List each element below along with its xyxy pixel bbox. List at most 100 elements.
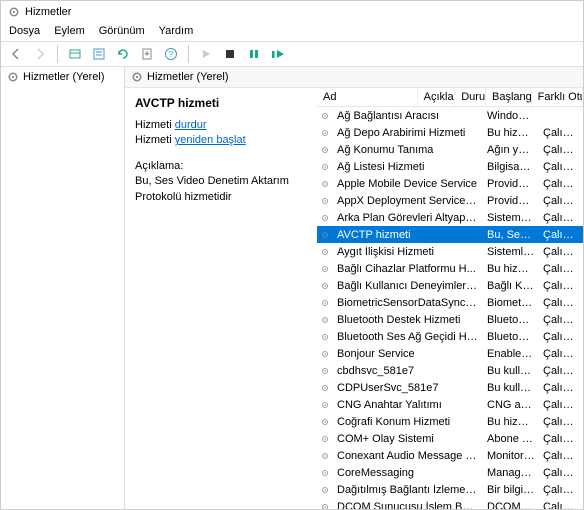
- gear-icon: [317, 195, 333, 207]
- cell-desc: DCOMLA...: [483, 501, 539, 510]
- tree-pane: Hizmetler (Yerel): [1, 67, 125, 509]
- service-row[interactable]: cbdhsvc_581e7Bu kullanı...Çalışıyor: [317, 362, 583, 379]
- cell-name: COM+ Olay Sistemi: [333, 433, 483, 445]
- cell-desc: CNG ana...: [483, 399, 539, 411]
- menu-file[interactable]: Dosya: [9, 25, 40, 37]
- gear-icon: [317, 144, 333, 156]
- tree-root[interactable]: Hizmetler (Yerel): [7, 71, 118, 83]
- col-status[interactable]: Durum: [455, 88, 486, 106]
- menu-view[interactable]: Görünüm: [99, 25, 145, 37]
- cell-status: Çalışıyor: [539, 195, 583, 207]
- cell-name: Bluetooth Destek Hizmeti: [333, 314, 483, 326]
- restart-link[interactable]: yeniden başlat: [175, 134, 246, 146]
- properties-button[interactable]: [88, 44, 110, 64]
- help-button[interactable]: ?: [160, 44, 182, 64]
- pause-button[interactable]: [243, 44, 265, 64]
- right-header-label: Hizmetler (Yerel): [147, 71, 229, 83]
- gear-icon: [317, 450, 333, 462]
- cell-status: Çalışıyor: [539, 297, 583, 309]
- service-row[interactable]: Bluetooth Ses Ağ Geçidi Hiz...Bluetooth.…: [317, 328, 583, 345]
- menu-action[interactable]: Eylem: [54, 25, 85, 37]
- cell-name: Arka Plan Görevleri Altyapı ...: [333, 212, 483, 224]
- service-row[interactable]: AVCTP hizmetiBu, Ses Vi...ÇalışıyorManue…: [317, 226, 583, 243]
- cell-status: Çalışıyor: [539, 450, 583, 462]
- service-row[interactable]: CNG Anahtar YalıtımıCNG ana...Çalışıyor: [317, 396, 583, 413]
- service-row[interactable]: Aygıt İlişkisi HizmetiSistemle k...Çalış…: [317, 243, 583, 260]
- cell-status: Çalışıyor: [539, 382, 583, 394]
- gear-icon: [317, 382, 333, 394]
- gear-icon: [317, 348, 333, 360]
- cell-status: Çalışıyor: [539, 501, 583, 510]
- stop-link[interactable]: durdur: [175, 119, 207, 131]
- cell-desc: Bu kullanı...: [483, 382, 539, 394]
- refresh-button[interactable]: [112, 44, 134, 64]
- cell-desc: Sistemde ...: [483, 212, 539, 224]
- toolbar: ?: [1, 41, 583, 67]
- service-row[interactable]: CoreMessagingManages ...ÇalışıyorOtomati…: [317, 464, 583, 481]
- cell-desc: Monitors ...: [483, 450, 539, 462]
- gear-icon: [317, 399, 333, 411]
- cell-name: Ağ Bağlantısı Aracısı: [333, 110, 483, 122]
- cell-status: Çalışıyor: [539, 127, 583, 139]
- cell-status: Çalışıyor: [539, 467, 583, 479]
- gear-icon: [317, 110, 333, 122]
- service-row[interactable]: Apple Mobile Device ServiceProvides t...…: [317, 175, 583, 192]
- service-row[interactable]: Conexant Audio Message S...Monitors ...Ç…: [317, 447, 583, 464]
- service-row[interactable]: CDPUserSvc_581e7Bu kullanı...Çalışıyor: [317, 379, 583, 396]
- cell-status: Çalışıyor: [539, 161, 583, 173]
- service-row[interactable]: Arka Plan Görevleri Altyapı ...Sistemde …: [317, 209, 583, 226]
- cell-desc: Bu kullanı...: [483, 365, 539, 377]
- cell-name: Ağ Depo Arabirimi Hizmeti: [333, 127, 483, 139]
- start-button[interactable]: [195, 44, 217, 64]
- gear-icon: [317, 161, 333, 173]
- cell-status: Çalışıyor: [539, 314, 583, 326]
- col-name[interactable]: Ad: [317, 88, 418, 106]
- service-row[interactable]: Dağıtılmış Bağlantı İzleme İs...Bir bilg…: [317, 481, 583, 498]
- services-icon: [131, 71, 143, 83]
- service-row[interactable]: Bağlı Cihazlar Platformu H...Bu hizmet .…: [317, 260, 583, 277]
- gear-icon: [317, 229, 333, 241]
- svg-text:?: ?: [169, 50, 174, 59]
- col-start[interactable]: Başlangıç Türü: [486, 88, 532, 106]
- cell-status: Çalışıyor: [539, 263, 583, 275]
- col-logon[interactable]: Farklı Oturum Aç: [532, 88, 583, 106]
- cell-name: Ağ Konumu Tanıma: [333, 144, 483, 156]
- separator: [57, 45, 58, 63]
- service-row[interactable]: Coğrafi Konum HizmetiBu hizmet...Çalışıy…: [317, 413, 583, 430]
- service-row[interactable]: COM+ Olay SistemiAbone Bil...Çalışıyor: [317, 430, 583, 447]
- service-row[interactable]: BiometricSensorDataSynchr...Biometric...…: [317, 294, 583, 311]
- restart-button[interactable]: [267, 44, 289, 64]
- cell-desc: Sistemle k...: [483, 246, 539, 258]
- col-desc[interactable]: Açıklama: [418, 88, 456, 106]
- gear-icon: [317, 467, 333, 479]
- service-row[interactable]: Ağ Depo Arabirimi HizmetiBu hizmet...Çal…: [317, 124, 583, 141]
- service-list[interactable]: Ağ Bağlantısı AracısıWindows ...Manuel (…: [317, 107, 583, 509]
- view-button[interactable]: [64, 44, 86, 64]
- cell-name: AVCTP hizmeti: [333, 229, 483, 241]
- cell-desc: Bir bilgisa...: [483, 484, 539, 496]
- export-button[interactable]: [136, 44, 158, 64]
- column-headers: Ad Açıklama Durum Başlangıç Türü Farklı …: [317, 88, 583, 107]
- service-row[interactable]: Ağ Bağlantısı AracısıWindows ...Manuel (…: [317, 107, 583, 124]
- cell-status: Çalışıyor: [539, 229, 583, 241]
- stop-button[interactable]: [219, 44, 241, 64]
- service-row[interactable]: Bağlı Kullanıcı Deneyimleri ...Bağlı Kul…: [317, 277, 583, 294]
- service-row[interactable]: DCOM Sunucusu İşlem Başl...DCOMLA...Çalı…: [317, 498, 583, 509]
- gear-icon: [317, 127, 333, 139]
- service-row[interactable]: AppX Deployment Service (...Provides i..…: [317, 192, 583, 209]
- menu-help[interactable]: Yardım: [159, 25, 194, 37]
- cell-name: Conexant Audio Message S...: [333, 450, 483, 462]
- service-row[interactable]: Ağ Listesi HizmetiBilgisayar...Çalışıyor…: [317, 158, 583, 175]
- service-row[interactable]: Bonjour ServiceEnables h...Çalışıyor: [317, 345, 583, 362]
- services-icon: [7, 5, 21, 19]
- service-row[interactable]: Ağ Konumu TanımaAğın yapıl...ÇalışıyorOt…: [317, 141, 583, 158]
- cell-desc: Provides t...: [483, 178, 539, 190]
- forward-button[interactable]: [29, 44, 51, 64]
- cell-desc: Bluetooth...: [483, 331, 539, 343]
- titlebar: Hizmetler: [1, 1, 583, 23]
- cell-name: Bluetooth Ses Ağ Geçidi Hiz...: [333, 331, 483, 343]
- cell-desc: Abone Bil...: [483, 433, 539, 445]
- service-row[interactable]: Bluetooth Destek HizmetiBluetooth...Çalı…: [317, 311, 583, 328]
- back-button[interactable]: [5, 44, 27, 64]
- gear-icon: [317, 314, 333, 326]
